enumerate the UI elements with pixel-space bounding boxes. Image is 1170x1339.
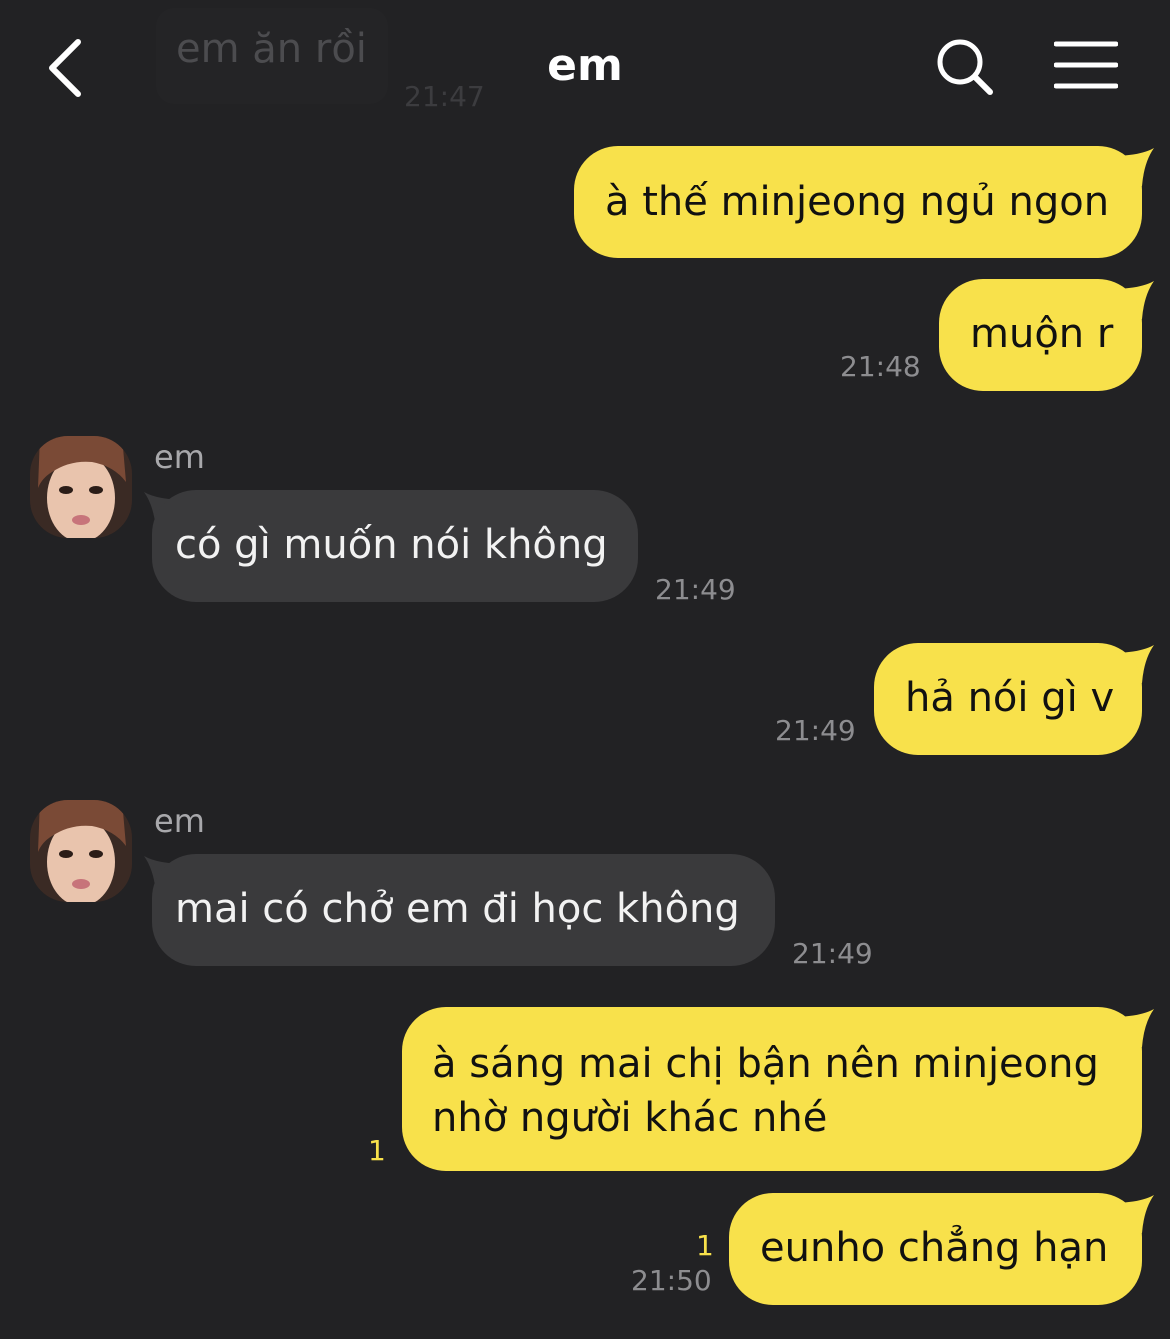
unread-count: 1 [368, 1134, 386, 1167]
their-message-bubble[interactable]: mai có chở em đi học không [152, 854, 775, 966]
message-text: eunho chẳng hạn [760, 1225, 1109, 1271]
menu-icon [1053, 41, 1119, 89]
avatar[interactable] [30, 800, 132, 902]
message-text-line: à sáng mai chị bận nên minjeong [432, 1041, 1099, 1087]
my-message-bubble[interactable]: muộn r [939, 279, 1142, 391]
their-message-bubble[interactable]: có gì muốn nói không [152, 490, 638, 602]
message-time: 21:50 [631, 1264, 712, 1297]
message-text: mai có chở em đi học không [175, 886, 740, 932]
my-message-bubble[interactable]: à thế minjeong ngủ ngon [574, 146, 1142, 258]
menu-button[interactable] [1053, 40, 1119, 90]
message-time: 21:49 [792, 937, 873, 970]
profile-photo [30, 436, 132, 538]
message-time: 21:49 [655, 573, 736, 606]
message-text-line: nhờ người khác nhé [432, 1095, 828, 1141]
sender-name: em [154, 438, 205, 476]
message-text: à thế minjeong ngủ ngon [605, 179, 1110, 225]
message-text: muộn r [970, 311, 1114, 357]
message-time: 21:49 [775, 714, 856, 747]
my-message-bubble[interactable]: à sáng mai chị bận nên minjeong nhờ ngườ… [402, 1007, 1142, 1171]
profile-photo [30, 800, 132, 902]
message-text: hả nói gì v [905, 675, 1115, 721]
message-text: có gì muốn nói không [175, 522, 608, 568]
sender-name: em [154, 802, 205, 840]
search-icon [937, 39, 993, 95]
avatar[interactable] [30, 436, 132, 538]
message-time: 21:48 [840, 350, 921, 383]
my-message-bubble[interactable]: eunho chẳng hạn [729, 1193, 1142, 1305]
my-message-bubble[interactable]: hả nói gì v [874, 643, 1142, 755]
unread-count: 1 [696, 1229, 714, 1262]
search-button[interactable] [934, 36, 996, 98]
